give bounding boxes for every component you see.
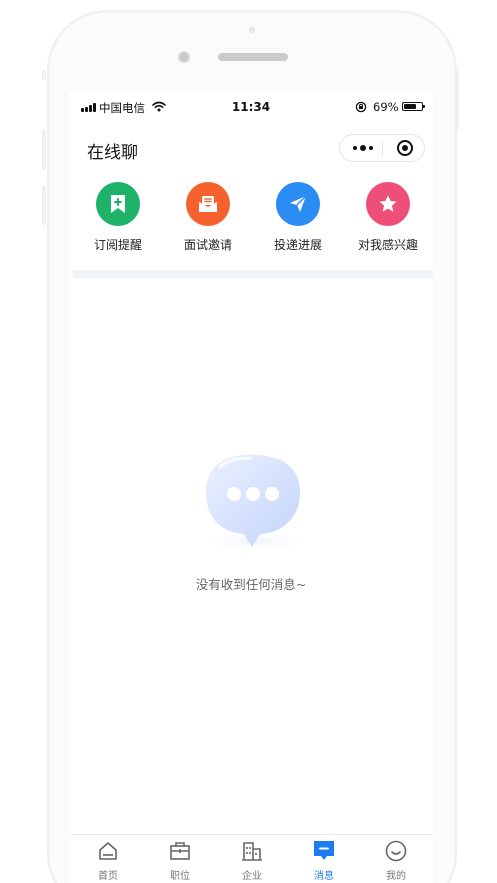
tab-label: 消息 (314, 871, 334, 882)
rotation-lock-icon (355, 101, 367, 116)
envelope-icon (186, 182, 230, 226)
quick-item-label: 投递进展 (273, 238, 322, 252)
page: 中国电信 11:34 69% 在线聊 订阅提醒 面试邀请 投递进展 对我感兴趣 … (0, 0, 497, 883)
proximity-sensor (249, 27, 255, 33)
phone-side-button (42, 130, 46, 170)
tab-label: 我的 (386, 871, 406, 882)
briefcase-icon (144, 840, 216, 862)
status-bar: 中国电信 11:34 69% (69, 92, 433, 122)
phone-side-button (42, 185, 46, 225)
more-options-button[interactable] (352, 135, 374, 161)
quick-item-subscription[interactable]: 订阅提醒 (78, 182, 158, 253)
front-camera (178, 51, 190, 63)
empty-state-text: 没有收到任何消息~ (195, 577, 307, 592)
quick-item-interview[interactable]: 面试邀请 (168, 182, 248, 253)
tab-companies[interactable]: 企业 (216, 840, 288, 882)
earpiece-speaker (218, 53, 288, 61)
star-icon (366, 182, 410, 226)
section-divider (73, 270, 433, 278)
tab-bar: 首页 职位 企业 消息 我的 (69, 834, 433, 883)
miniprogram-capsule (339, 134, 425, 162)
page-title: 在线聊 (87, 143, 138, 163)
phone-side-button (455, 70, 459, 130)
tab-profile[interactable]: 我的 (360, 840, 432, 882)
tab-home[interactable]: 首页 (72, 840, 144, 882)
profile-icon (360, 840, 432, 862)
home-icon (72, 840, 144, 862)
capsule-divider (382, 141, 383, 156)
tab-label: 职位 (170, 871, 190, 882)
quick-item-progress[interactable]: 投递进展 (258, 182, 338, 253)
tab-messages[interactable]: 消息 (288, 840, 360, 882)
tab-label: 首页 (98, 871, 118, 882)
message-icon (288, 840, 360, 862)
tab-jobs[interactable]: 职位 (144, 840, 216, 882)
quick-menu: 订阅提醒 面试邀请 投递进展 对我感兴趣 (69, 182, 433, 262)
quick-item-label: 对我感兴趣 (357, 238, 418, 252)
quick-item-interested[interactable]: 对我感兴趣 (348, 182, 428, 253)
quick-item-label: 订阅提醒 (93, 238, 142, 252)
screen: 中国电信 11:34 69% 在线聊 订阅提醒 面试邀请 投递进展 对我感兴趣 … (69, 92, 433, 883)
building-icon (216, 840, 288, 862)
battery-icon (402, 102, 425, 111)
quick-item-label: 面试邀请 (183, 238, 232, 252)
battery-percent: 69% (373, 100, 399, 114)
phone-side-button (42, 70, 46, 80)
bookmark-plus-icon (96, 182, 140, 226)
tab-label: 企业 (242, 871, 262, 882)
chat-bubble-icon (184, 447, 334, 557)
paper-plane-icon (276, 182, 320, 226)
close-miniprogram-button[interactable] (397, 140, 413, 156)
